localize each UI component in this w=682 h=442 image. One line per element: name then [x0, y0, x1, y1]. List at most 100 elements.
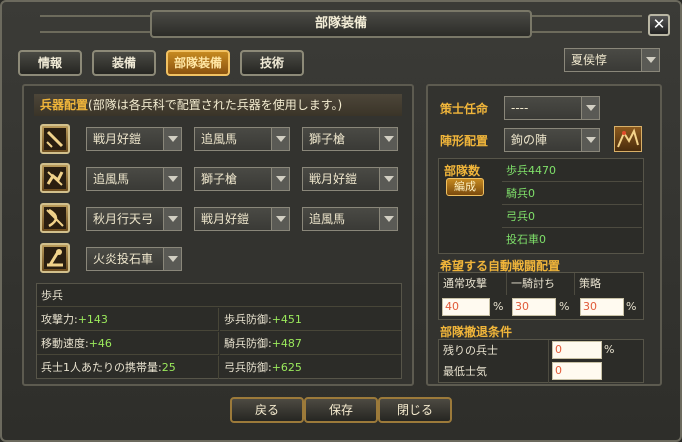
troop-row: 騎兵0 [502, 183, 642, 205]
general-select[interactable]: 夏侯惇 [564, 48, 660, 72]
weapon-slot-value: 追風馬 [309, 212, 346, 226]
weapon-slot[interactable]: 戦月好鎧 [86, 127, 182, 151]
back-button[interactable]: 戻る [230, 397, 304, 423]
edit-troops-button[interactable]: 編成 [446, 178, 484, 196]
min-morale-input[interactable]: 0 [552, 362, 602, 380]
auto-battle-header: 通常攻撃 [439, 273, 507, 295]
cavalry-icon [40, 163, 70, 193]
weapon-slot-value: 火炎投石車 [93, 252, 154, 266]
weapon-slot[interactable]: 獅子槍 [302, 127, 398, 151]
chevron-down-icon[interactable] [271, 168, 289, 190]
strategist-select[interactable]: ---- [504, 96, 600, 120]
bow-icon [40, 203, 70, 233]
close-icon[interactable]: ✕ [648, 14, 670, 36]
general-select-value: 夏侯惇 [571, 53, 608, 67]
chevron-down-icon[interactable] [163, 128, 181, 150]
weapon-slot-value: 戦月好鎧 [201, 212, 250, 226]
stat-label: 兵士1人あたりの携帯量: [41, 361, 162, 374]
chevron-down-icon[interactable] [163, 248, 181, 270]
stat-carry: 兵士1人あたりの携帯量:25 [37, 356, 219, 379]
weapon-slot-value: 戦月好鎧 [309, 172, 358, 186]
weapon-slot-value: 追風馬 [93, 172, 130, 186]
chevron-down-icon[interactable] [581, 97, 599, 119]
title-ornament-left [40, 15, 150, 33]
auto-battle-header: 一騎討ち [507, 273, 575, 295]
troop-row: 弓兵0 [502, 206, 642, 228]
stat-value: +143 [77, 313, 108, 326]
tab-technology[interactable]: 技術 [240, 50, 304, 76]
stat-value: +487 [271, 337, 302, 350]
troop-row: 投石車0 [506, 233, 546, 246]
stat-value: 25 [161, 361, 176, 374]
stat-label: 歩兵防御: [224, 313, 272, 326]
close-button[interactable]: 閉じる [378, 397, 452, 423]
percent-label: % [559, 300, 570, 313]
stat-label: 弓兵防御: [224, 361, 272, 374]
title-ornament-right [532, 15, 642, 33]
weapon-slot-value: 戦月好鎧 [93, 132, 142, 146]
troops-label: 部隊数 [444, 164, 481, 178]
percent-label: % [493, 300, 504, 313]
strategist-value: ---- [511, 101, 529, 115]
weapon-slot-value: 獅子槍 [309, 132, 346, 146]
retreat-label: 残りの兵士 [439, 340, 549, 362]
formation-select[interactable]: 鉤の陣 [504, 128, 600, 152]
stat-infantry-defense: 歩兵防御:+451 [220, 308, 401, 331]
weapon-slot[interactable]: 追風馬 [194, 127, 290, 151]
chevron-down-icon[interactable] [163, 168, 181, 190]
stat-value: +46 [88, 337, 112, 350]
tab-equipment[interactable]: 装備 [92, 50, 156, 76]
weapon-slot-value: 秋月行天弓 [93, 212, 154, 226]
chevron-down-icon[interactable] [379, 208, 397, 230]
retreat-label: 最低士気 [439, 361, 549, 383]
chevron-down-icon[interactable] [641, 49, 659, 71]
weapon-config-title: 兵器配置 [40, 98, 89, 112]
tab-info[interactable]: 情報 [18, 50, 82, 76]
stat-cavalry-defense: 騎兵防御:+487 [220, 332, 401, 355]
formation-value: 鉤の陣 [511, 133, 548, 147]
stat-label: 移動速度: [41, 337, 89, 350]
retreat-title: 部隊撤退条件 [440, 325, 513, 339]
weapon-slot-value: 獅子槍 [201, 172, 238, 186]
chevron-down-icon[interactable] [271, 208, 289, 230]
weapon-config-header: 兵器配置(部隊は各兵科で配置された兵器を使用します。) [34, 94, 402, 116]
stat-value: +625 [271, 361, 302, 374]
save-button[interactable]: 保存 [304, 397, 378, 423]
chevron-down-icon[interactable] [163, 208, 181, 230]
strategy-input[interactable]: 30 [580, 298, 624, 316]
formation-map-icon[interactable] [614, 126, 642, 152]
weapon-slot[interactable]: 戦月好鎧 [194, 207, 290, 231]
normal-attack-input[interactable]: 40 [442, 298, 490, 316]
strategist-label: 策士任命 [440, 102, 489, 116]
weapon-slot[interactable]: 追風馬 [86, 167, 182, 191]
weapon-slot[interactable]: 追風馬 [302, 207, 398, 231]
stat-label: 攻撃力: [41, 313, 78, 326]
duel-input[interactable]: 30 [512, 298, 556, 316]
troop-row: 歩兵4470 [502, 160, 642, 182]
chevron-down-icon[interactable] [379, 168, 397, 190]
remaining-troops-input[interactable]: 0 [552, 341, 602, 359]
percent-label: % [626, 300, 637, 313]
chevron-down-icon[interactable] [581, 129, 599, 151]
unit-type: 歩兵 [37, 284, 401, 307]
formation-label: 陣形配置 [440, 134, 489, 148]
stat-attack: 攻撃力:+143 [37, 308, 219, 331]
weapon-config-subtitle: (部隊は各兵科で配置された兵器を使用します。) [88, 98, 343, 112]
auto-battle-header: 策略 [579, 277, 601, 290]
chevron-down-icon[interactable] [271, 128, 289, 150]
stat-move-speed: 移動速度:+46 [37, 332, 219, 355]
stat-archer-defense: 弓兵防御:+625 [220, 356, 401, 379]
weapon-slot-value: 追風馬 [201, 132, 238, 146]
stat-value: +451 [271, 313, 302, 326]
weapon-slot[interactable]: 戦月好鎧 [302, 167, 398, 191]
weapon-slot[interactable]: 獅子槍 [194, 167, 290, 191]
percent-label: % [604, 343, 615, 356]
stat-label: 騎兵防御: [224, 337, 272, 350]
weapon-slot[interactable]: 火炎投石車 [86, 247, 182, 271]
sword-icon [40, 124, 70, 154]
tab-troop-equipment[interactable]: 部隊装備 [166, 50, 230, 76]
window-title: 部隊装備 [150, 10, 532, 38]
chevron-down-icon[interactable] [379, 128, 397, 150]
weapon-slot[interactable]: 秋月行天弓 [86, 207, 182, 231]
catapult-icon [40, 243, 70, 273]
